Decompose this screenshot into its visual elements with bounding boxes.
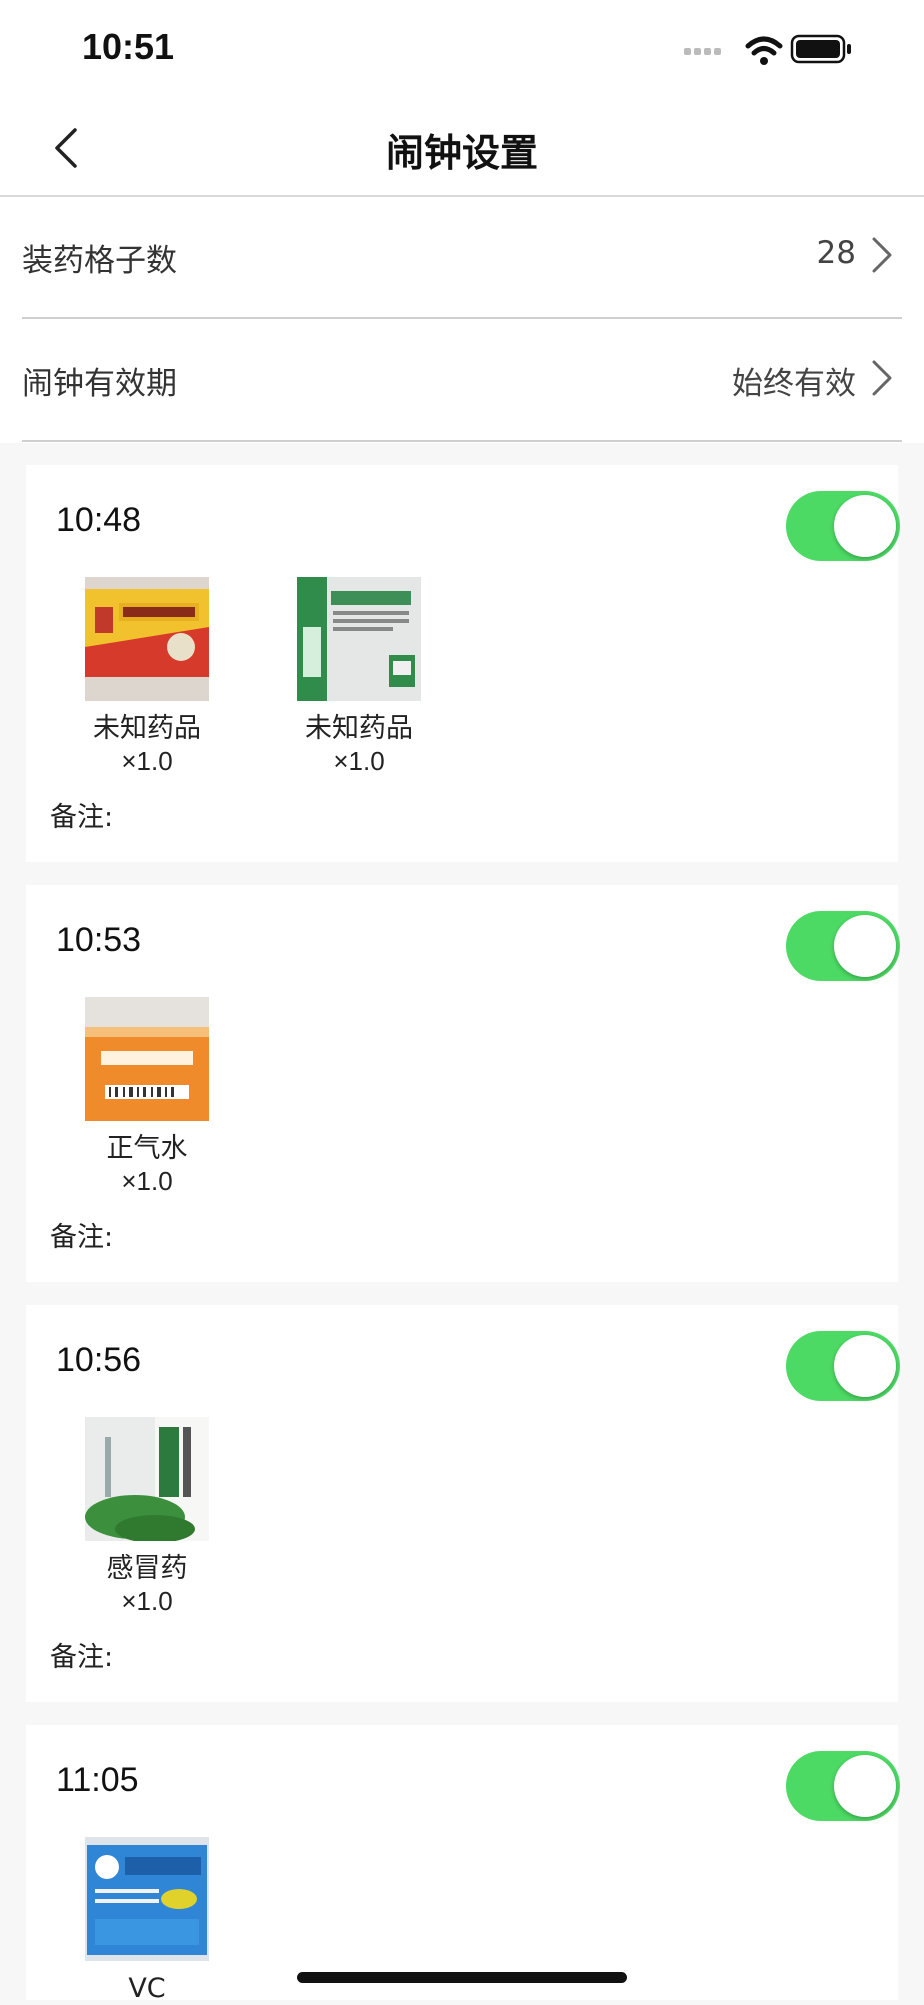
alarm-card[interactable]: 10:53 正气水 ×1.0 备注: [26,885,900,1282]
medicine-image [297,577,421,701]
medicine-item[interactable]: VC [52,1837,242,2005]
setting-value: 始终有效 [732,366,856,402]
signal-icon [684,48,721,55]
alarm-time: 10:56 [56,1341,142,1379]
medicine-item[interactable]: 感冒药 ×1.0 [52,1417,242,1617]
alarm-time: 10:53 [56,921,142,959]
status-bar: 10:51 [0,0,924,100]
setting-label: 闹钟有效期 [22,366,177,402]
setting-label: 装药格子数 [22,243,177,279]
medicine-name: 未知药品 [93,713,201,744]
status-icons [684,34,851,65]
alarm-card[interactable]: 10:56 感冒药 ×1.0 备注: [26,1305,900,1702]
medicine-image [85,1837,209,1961]
toggle-knob [834,915,896,977]
toggle-knob [834,495,896,557]
note-label: 备注: [50,1222,114,1253]
setting-value: 28 [816,235,856,271]
medicine-image [85,997,209,1121]
wifi-icon [745,36,783,65]
note-label: 备注: [50,1642,114,1673]
medicine-quantity: ×1.0 [121,746,173,776]
medicine-quantity: ×1.0 [121,1586,173,1616]
home-indicator [297,1972,627,1983]
medicine-name: VC [128,1973,166,2004]
alarm-time: 10:48 [56,501,142,539]
alarm-card[interactable]: 11:05 VC [26,1725,900,2004]
chevron-right-icon [872,237,892,273]
medicine-image [85,577,209,701]
medicine-item[interactable]: 未知药品 ×1.0 [52,577,242,777]
setting-row-validity[interactable]: 闹钟有效期 始终有效 [22,320,902,442]
battery-icon [790,34,851,64]
alarm-time: 11:05 [56,1761,139,1799]
alarm-toggle[interactable] [786,1331,900,1401]
medicine-image [85,1417,209,1543]
settings-list: 装药格子数 28 闹钟有效期 始终有效 [0,197,924,443]
medicine-name: 未知药品 [305,713,413,744]
medicine-quantity: ×1.0 [121,1166,173,1196]
medicine-name: 正气水 [106,1133,188,1164]
alarm-toggle[interactable] [786,1751,900,1821]
toggle-knob [834,1335,896,1397]
alarm-toggle[interactable] [786,491,900,561]
medicine-quantity: ×1.0 [333,746,385,776]
alarm-card[interactable]: 10:48 未知药品 ×1.0 未知药品 ×1.0 备注: [26,465,900,862]
toggle-knob [834,1755,896,1817]
alarm-toggle[interactable] [786,911,900,981]
medicine-name: 感冒药 [106,1553,188,1584]
navigation-bar: 闹钟设置 [0,100,924,197]
setting-row-slot-count[interactable]: 装药格子数 28 [22,197,902,319]
medicine-item[interactable]: 正气水 ×1.0 [52,997,242,1197]
note-label: 备注: [50,802,114,833]
status-time: 10:51 [82,26,175,67]
medicine-item[interactable]: 未知药品 ×1.0 [264,577,454,777]
chevron-right-icon [872,360,892,396]
page-title: 闹钟设置 [385,131,538,175]
